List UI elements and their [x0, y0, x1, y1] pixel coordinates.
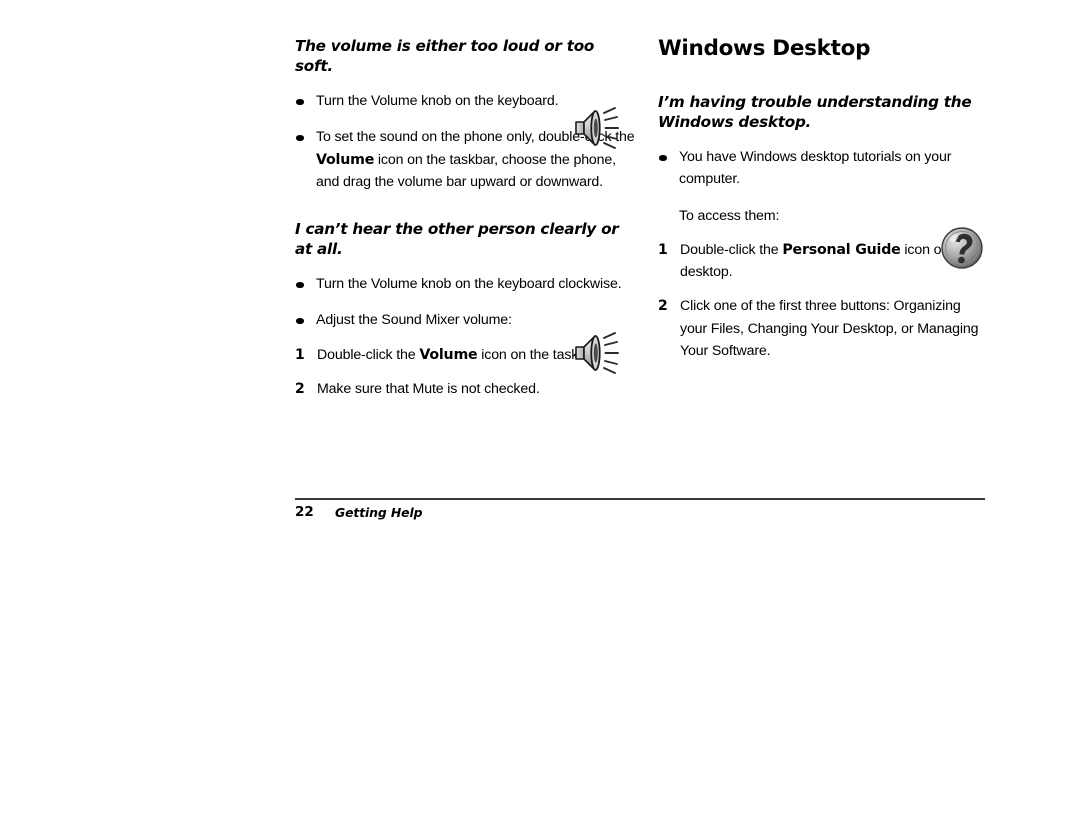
- right-column: Windows Desktop I’m having trouble under…: [658, 36, 988, 362]
- step-text: Click one of the first three buttons: Or…: [680, 298, 979, 360]
- step-number: 2: [658, 298, 668, 315]
- list-item: You have Windows desktop tutorials on yo…: [658, 146, 988, 191]
- bullet-text: Turn the Volume knob on the keyboard.: [316, 93, 559, 109]
- bullet-text: You have Windows desktop tutorials on yo…: [679, 149, 952, 188]
- bullet-text: Turn the Volume knob on the keyboard clo…: [316, 276, 622, 293]
- list-item: Turn the Volume knob on the keyboard clo…: [295, 273, 635, 295]
- step-text-before: Double-click the: [317, 346, 420, 363]
- left-bullet-list-hearing: Turn the Volume knob on the keyboard clo…: [295, 273, 635, 332]
- bullet-text: Adjust the Sound Mixer volume:: [316, 312, 512, 329]
- list-item: 2 Click one of the first three buttons: …: [658, 295, 988, 362]
- step-number: 2: [295, 381, 305, 398]
- right-bullet-list: You have Windows desktop tutorials on yo…: [658, 146, 988, 191]
- footer-divider: [295, 498, 985, 500]
- page-title: Windows Desktop: [658, 36, 871, 61]
- left-heading-volume: The volume is either too loud or too sof…: [295, 37, 595, 75]
- bold-term-volume: Volume: [419, 346, 478, 363]
- left-heading-hearing: I can’t hear the other person clearly or…: [295, 220, 619, 259]
- manual-page: The volume is either too loud or too sof…: [0, 0, 1080, 834]
- bold-term-volume: Volume: [316, 151, 375, 168]
- personal-guide-question-mark-icon: [938, 224, 986, 272]
- right-heading-desktop: I’m having trouble understanding the Win…: [658, 93, 972, 131]
- list-item: 2 Make sure that Mute is not checked.: [295, 378, 635, 400]
- chapter-name: Getting Help: [335, 505, 423, 520]
- bold-term-personal-guide: Personal Guide: [782, 241, 901, 258]
- step-number: 1: [295, 346, 305, 363]
- step-text: Make sure that Mute is not checked.: [317, 381, 540, 398]
- speaker-volume-icon: [573, 331, 625, 375]
- step-text-before: Double-click the: [680, 241, 783, 258]
- speaker-volume-icon: [573, 106, 625, 150]
- page-number: 22: [295, 504, 314, 520]
- step-number: 1: [658, 241, 668, 258]
- footer: 22 Getting Help: [295, 504, 985, 524]
- list-item: Adjust the Sound Mixer volume:: [295, 309, 635, 331]
